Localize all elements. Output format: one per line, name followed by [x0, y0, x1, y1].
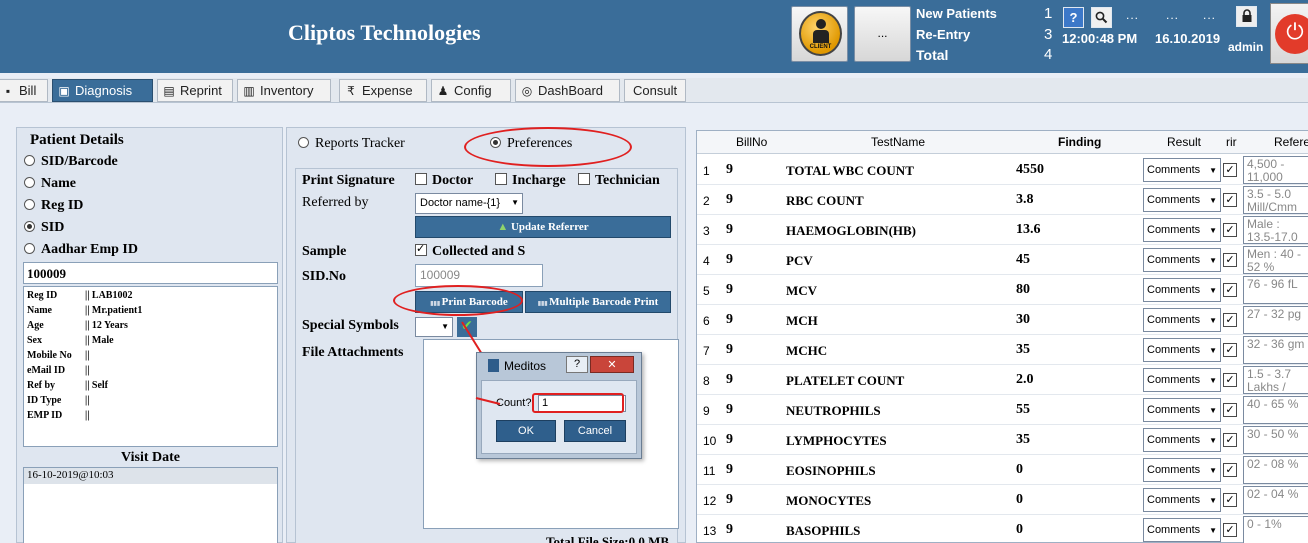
app-window: Cliptos Technologies CLIENT ... New Pati… [0, 0, 1308, 543]
annotation-arrow-count [475, 397, 501, 405]
